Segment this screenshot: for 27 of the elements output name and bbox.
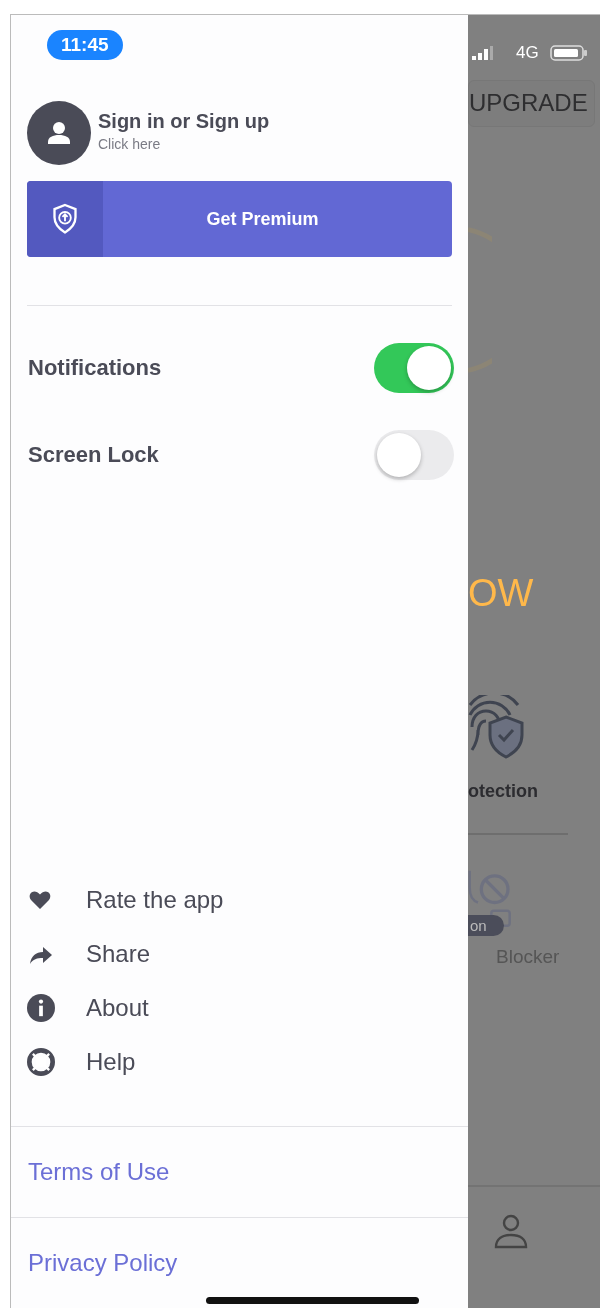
battery-icon [550, 45, 588, 61]
signal-icon [472, 46, 496, 60]
menu-item[interactable]: Share [27, 927, 468, 981]
shield-upload-icon [51, 202, 79, 236]
setting-label: Screen Lock [28, 442, 159, 468]
get-premium-button[interactable]: Get Premium [27, 181, 452, 257]
person-icon [493, 1213, 529, 1249]
status-time: 11:45 [47, 30, 123, 60]
network-label: 4G [516, 43, 539, 63]
toggle-switch[interactable] [374, 343, 454, 393]
info-icon [27, 994, 55, 1022]
menu-item[interactable]: Help [27, 1035, 468, 1089]
heading-text: OW [468, 571, 534, 616]
setting-label: Notifications [28, 355, 162, 381]
sign-in-title: Sign in or Sign up [98, 110, 270, 133]
menu-item[interactable]: About [27, 981, 468, 1035]
toggle-switch[interactable] [374, 430, 454, 480]
lifebuoy-icon [27, 1048, 55, 1076]
avatar-icon [27, 101, 91, 165]
feature-label: otection [468, 781, 538, 802]
badge: on [468, 915, 504, 936]
account-row[interactable]: Sign in or Sign up Click here [27, 101, 468, 165]
policy-link[interactable]: Privacy Policy [11, 1218, 468, 1308]
sign-in-subtitle: Click here [98, 136, 162, 152]
heart-icon [27, 888, 53, 912]
menu-item[interactable]: Rate the app [27, 873, 468, 927]
policy-link[interactable]: Terms of Use [11, 1127, 468, 1217]
